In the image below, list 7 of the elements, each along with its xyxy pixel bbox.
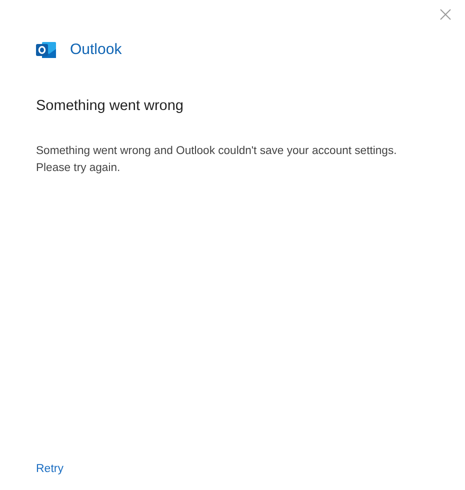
error-message: Something went wrong and Outlook couldn't save your account settings. Please try again.: [36, 144, 398, 176]
close-button[interactable]: [438, 7, 453, 22]
error-heading: Something went wrong: [36, 96, 184, 116]
app-name: Outlook: [70, 40, 122, 60]
retry-link[interactable]: Retry: [36, 461, 64, 478]
outlook-logo-icon: [36, 41, 57, 60]
close-icon: [440, 9, 451, 20]
